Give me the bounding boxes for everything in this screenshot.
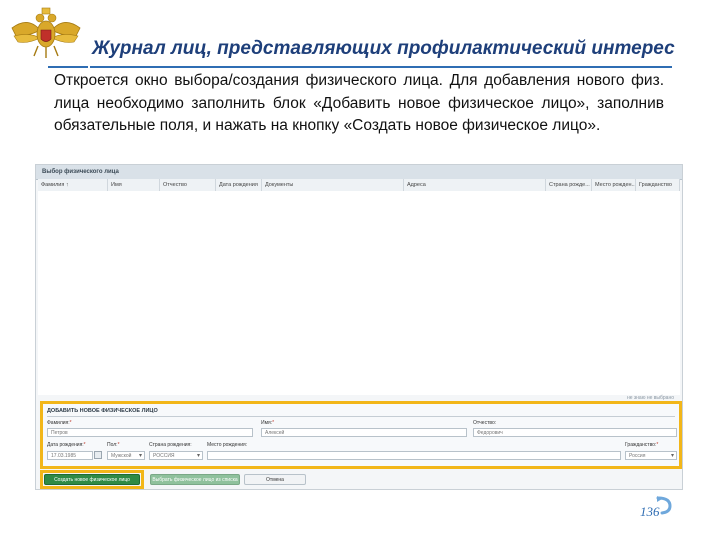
title-underline-left [48,66,88,68]
column-header-patronymic[interactable]: Отчество [160,179,216,191]
birth-place-label: Место рождения: [207,442,248,448]
surname-input[interactable]: Петров [47,428,253,437]
name-label: Имя:* [261,420,275,426]
title-underline [90,66,672,68]
cancel-button[interactable]: Отмена [244,474,306,485]
birth-country-label: Страна рождения: [149,442,192,448]
column-header-citizenship[interactable]: Гражданство [636,179,680,191]
birth-date-input[interactable]: 17.03.1985 [47,451,93,460]
column-header-addresses[interactable]: Адреса [404,179,546,191]
name-input[interactable]: Алексей [261,428,467,437]
calendar-icon[interactable] [94,451,102,459]
slide-body-text: Откроется окно выбора/создания физическо… [54,72,664,134]
curved-arrow-icon [656,496,672,515]
add-section-divider [47,416,675,417]
sex-select[interactable]: Мужской [107,451,145,460]
window-title: Выбор физического лица [36,165,682,180]
birth-country-select[interactable]: РОССИЯ [149,451,203,460]
column-header-birth-country[interactable]: Страна рожде... [546,179,592,191]
persons-grid[interactable] [38,191,680,395]
select-person-window: Выбор физического лица Фамилия ↑ Имя Отч… [35,164,683,490]
birth-place-input[interactable] [207,451,621,460]
birth-date-label: Дата рождения:* [47,442,86,448]
column-header-documents[interactable]: Документы [262,179,404,191]
slide-title: Журнал лиц, представляющих профилактичес… [92,38,675,59]
surname-label: Фамилия:* [47,420,72,426]
eagle-emblem-icon [11,7,81,58]
column-header-name[interactable]: Имя [108,179,160,191]
column-header-surname[interactable]: Фамилия ↑ [38,179,108,191]
column-header-birth-place[interactable]: Место рожден... [592,179,636,191]
add-section-title: ДОБАВИТЬ НОВОЕ ФИЗИЧЕСКОЕ ЛИЦО [47,408,158,414]
citizenship-label: Гражданство:* [625,442,659,448]
citizenship-select[interactable]: Россия [625,451,677,460]
select-from-list-button[interactable]: Выбрать физическое лицо из списка [150,474,240,485]
create-person-button[interactable]: Создать новое физическое лицо [44,474,140,485]
add-new-person-section: ДОБАВИТЬ НОВОЕ ФИЗИЧЕСКОЕ ЛИЦО Фамилия:*… [40,401,682,469]
sex-label: Пол:* [107,442,120,448]
patronymic-input[interactable]: Федорович [473,428,677,437]
column-header-birth-date[interactable]: Дата рождения [216,179,262,191]
patronymic-label: Отчество: [473,420,497,426]
